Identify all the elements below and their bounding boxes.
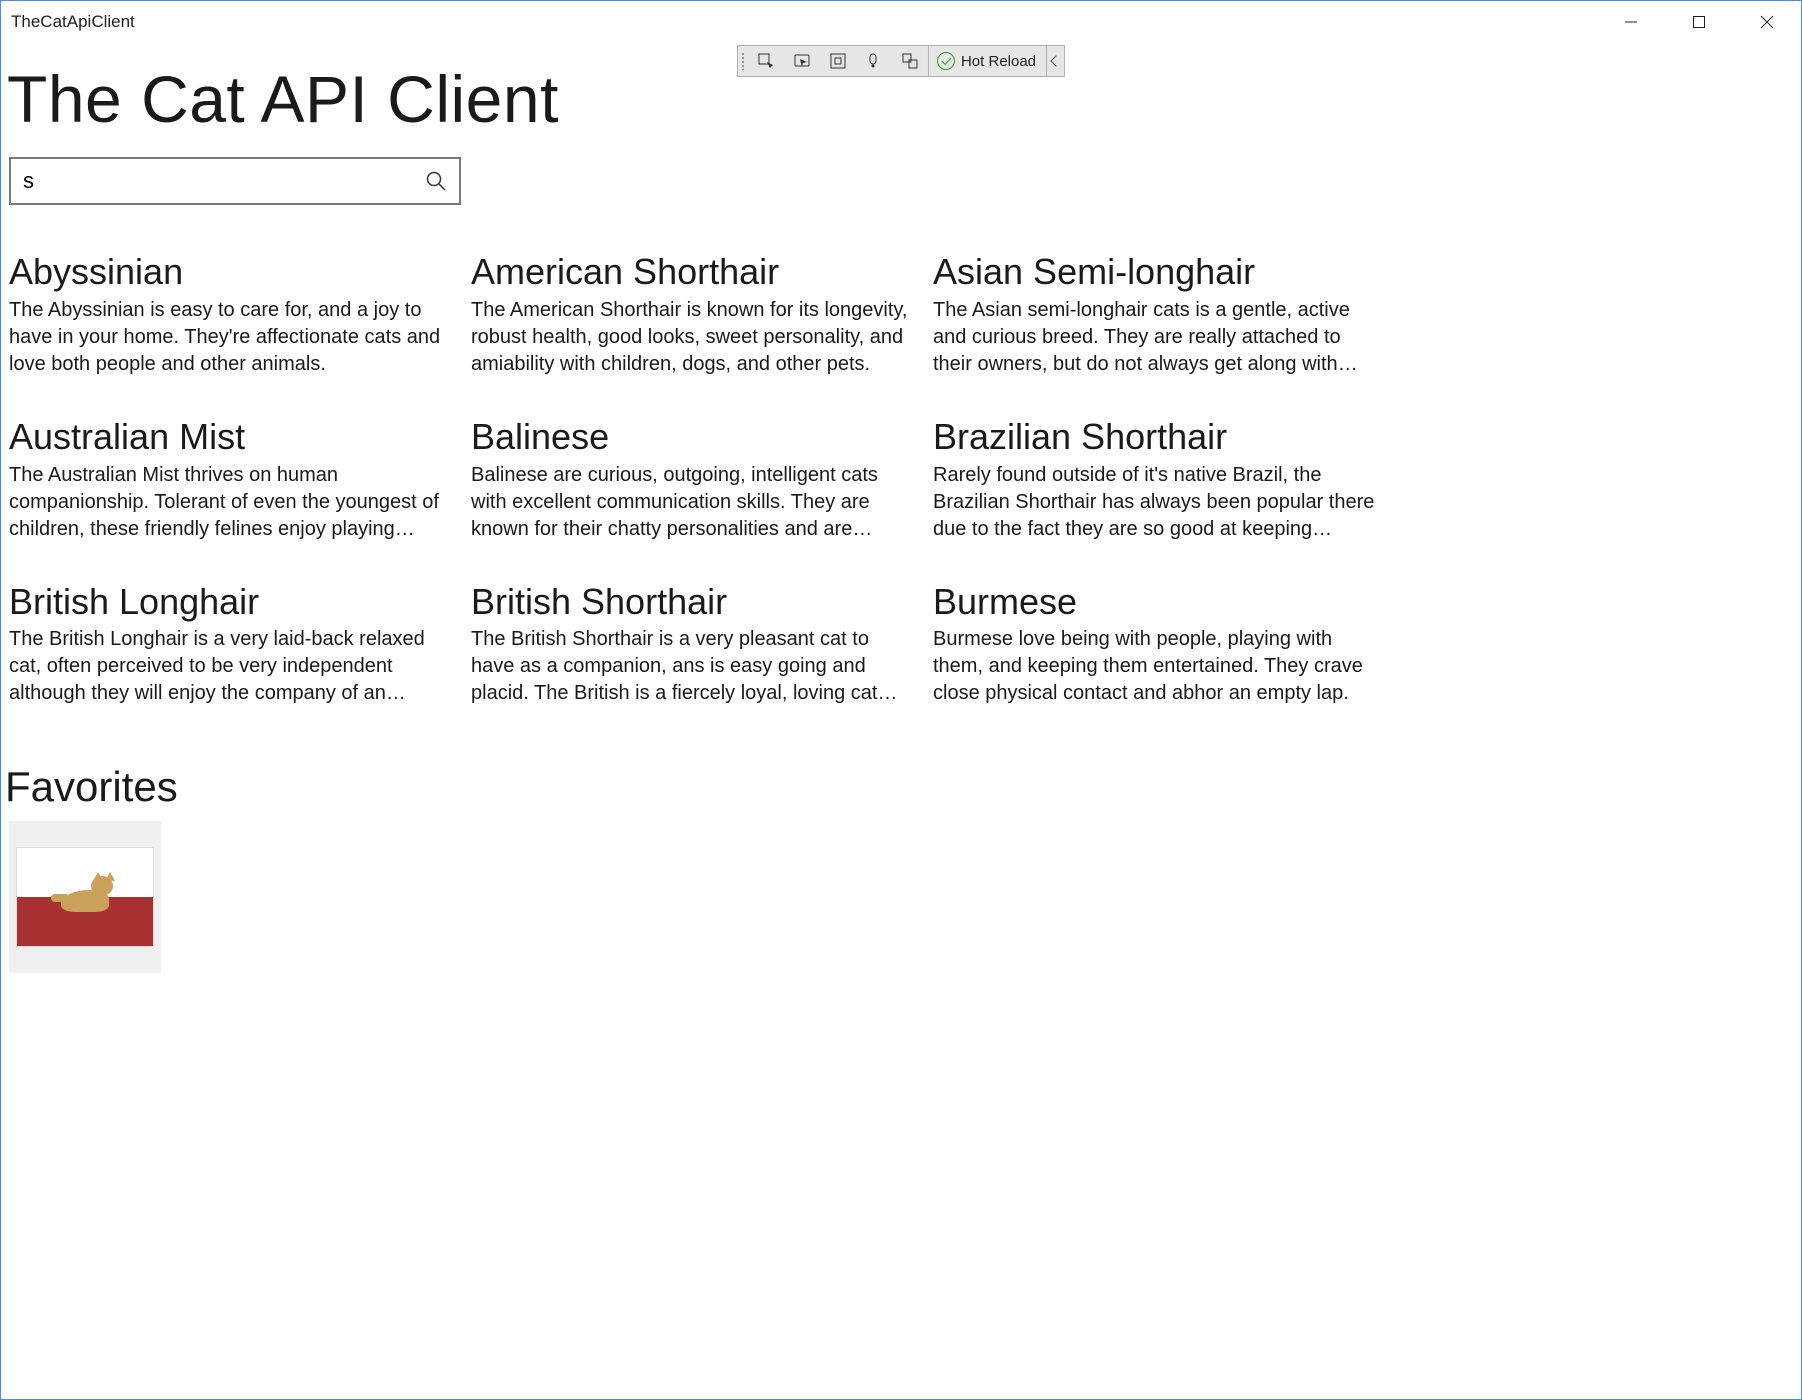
debug-toolbar: Hot Reload [737,45,1065,77]
toolbar-grip[interactable] [738,46,748,76]
breed-description: Burmese love being with people, playing … [933,626,1375,707]
window-controls [1597,1,1801,43]
window-title: TheCatApiClient [11,12,135,32]
breed-description: The Abyssinian is easy to care for, and … [9,297,451,378]
track-focused-element-icon[interactable] [856,46,892,76]
chevron-left-icon[interactable] [1046,46,1064,76]
breed-description: Rarely found outside of it's native Braz… [933,462,1375,543]
breed-card[interactable]: Balinese Balinese are curious, outgoing,… [471,418,929,543]
breed-card[interactable]: Abyssinian The Abyssinian is easy to car… [9,253,467,378]
breed-title: Australian Mist [9,418,451,456]
favorites-heading: Favorites [5,763,1793,811]
search-icon[interactable] [425,170,447,192]
toggle-selection-icon[interactable] [892,46,928,76]
breed-description: Balinese are curious, outgoing, intellig… [471,462,913,543]
go-to-live-visual-tree-icon[interactable] [748,46,784,76]
close-button[interactable] [1733,1,1801,43]
breed-card[interactable]: American Shorthair The American Shorthai… [471,253,929,378]
breed-description: The Australian Mist thrives on human com… [9,462,451,543]
window-title-bar: TheCatApiClient [1,1,1801,43]
breed-description: The British Longhair is a very laid-back… [9,626,451,707]
display-layout-adorners-icon[interactable] [820,46,856,76]
breed-card[interactable]: British Longhair The British Longhair is… [9,583,467,708]
maximize-button[interactable] [1665,1,1733,43]
breed-title: Balinese [471,418,913,456]
check-circle-icon [937,52,955,70]
breed-card[interactable]: Brazilian Shorthair Rarely found outside… [933,418,1391,543]
breed-title: British Longhair [9,583,451,621]
breed-title: Brazilian Shorthair [933,418,1375,456]
minimize-button[interactable] [1597,1,1665,43]
breed-card[interactable]: Australian Mist The Australian Mist thri… [9,418,467,543]
search-box[interactable] [9,157,461,205]
breed-title: Abyssinian [9,253,451,291]
search-input[interactable] [23,168,425,194]
hot-reload-label: Hot Reload [961,53,1036,70]
select-element-icon[interactable] [784,46,820,76]
breed-title: Asian Semi-longhair [933,253,1375,291]
breed-description: The American Shorthair is known for its … [471,297,913,378]
favorite-image [16,847,154,947]
favorite-thumbnail[interactable] [9,821,161,973]
breed-description: The British Shorthair is a very pleasant… [471,626,913,707]
breed-description: The Asian semi-longhair cats is a gentle… [933,297,1375,378]
breed-title: American Shorthair [471,253,913,291]
breed-card[interactable]: British Shorthair The British Shorthair … [471,583,929,708]
breeds-grid: Abyssinian The Abyssinian is easy to car… [9,253,1793,707]
hot-reload-button[interactable]: Hot Reload [929,46,1046,76]
breed-title: British Shorthair [471,583,913,621]
breed-card[interactable]: Asian Semi-longhair The Asian semi-longh… [933,253,1391,378]
breed-title: Burmese [933,583,1375,621]
breed-card[interactable]: Burmese Burmese love being with people, … [933,583,1391,708]
content-area: The Cat API Client Abyssinian The Abyssi… [1,61,1801,973]
